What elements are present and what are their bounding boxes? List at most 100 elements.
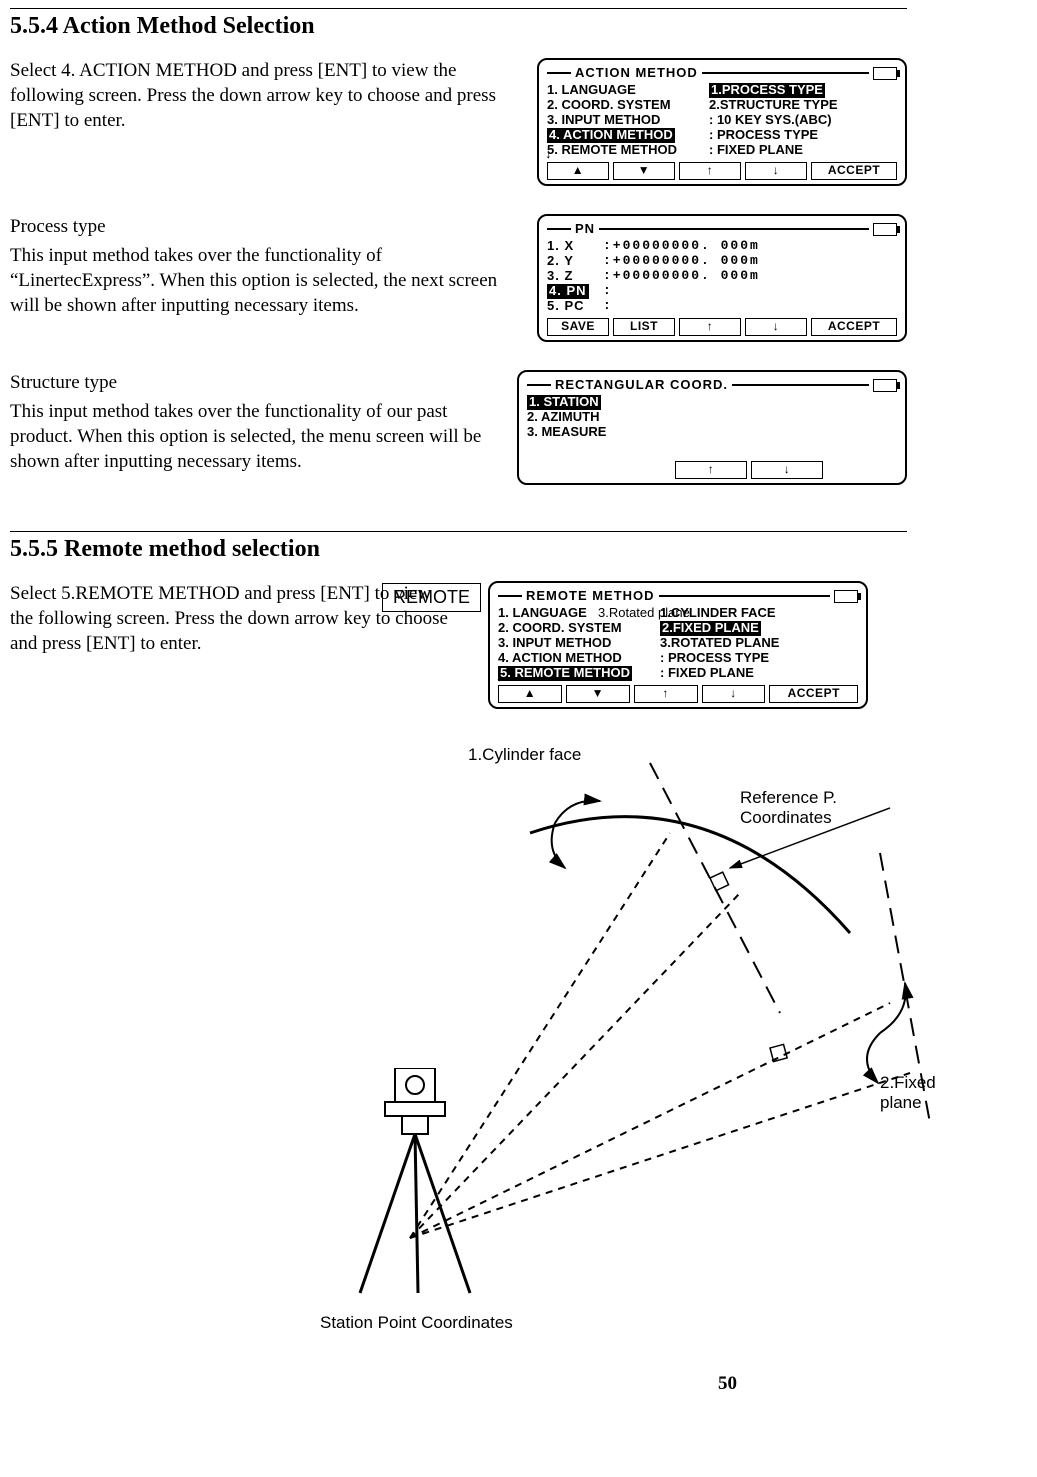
menu-left: 3. INPUT METHOD xyxy=(547,113,707,128)
lcd-action-method: ACTION METHOD 1. LANGUAGE1.PROCESS TYPE … xyxy=(537,58,907,186)
softkey-accept[interactable]: ACCEPT xyxy=(811,162,897,180)
pn-label: 4. PN xyxy=(547,284,599,299)
row-555: Select 5.REMOTE METHOD and press [ENT] t… xyxy=(10,581,907,709)
lcd-title: ACTION METHOD xyxy=(575,66,698,81)
softkey[interactable]: ▲ xyxy=(498,685,562,703)
text-process: Process type This input method takes ove… xyxy=(10,214,519,322)
rule-dash xyxy=(732,384,869,386)
label-station: Station Point Coordinates xyxy=(320,1313,513,1333)
tripod-icon xyxy=(340,1068,490,1298)
pn-label-text: 4. PN xyxy=(547,284,589,299)
lcd-title-row: ACTION METHOD xyxy=(547,66,897,81)
softkey-blank xyxy=(827,461,897,477)
label-refpt: Reference P. Coordinates xyxy=(740,788,907,828)
menu-left: 4. ACTION METHOD xyxy=(547,128,707,143)
softkey-accept[interactable]: ACCEPT xyxy=(769,685,858,703)
lcd-remote-method: REMOTE METHOD 1. LANGUAGE1.CYLINDER FACE… xyxy=(488,581,868,709)
section-title-555: 5.5.5 Remote method selection xyxy=(10,536,907,563)
pn-value: :+00000000. 000m xyxy=(603,239,760,254)
text-structure: Structure type This input method takes o… xyxy=(10,370,499,478)
remote-box: REMOTE xyxy=(382,583,481,612)
pn-label: 5. PC xyxy=(547,299,599,314)
menu-item: 1. STATION xyxy=(527,395,601,410)
section-rule xyxy=(10,8,907,9)
menu-right: : FIXED PLANE xyxy=(660,666,858,681)
scroll-down-icon: ↓ xyxy=(496,670,503,685)
rule-dash xyxy=(527,384,551,386)
text-554-intro: Select 4. ACTION METHOD and press [ENT] … xyxy=(10,58,519,137)
menu-left: 5. REMOTE METHOD xyxy=(547,143,707,158)
para-structure: This input method takes over the functio… xyxy=(10,399,499,474)
softkey[interactable]: ↓ xyxy=(745,162,807,180)
softkey-save[interactable]: SAVE xyxy=(547,318,609,336)
softkey[interactable]: ▲ xyxy=(547,162,609,180)
softkey-blank xyxy=(527,461,597,477)
section-title-554: 5.5.4 Action Method Selection xyxy=(10,13,907,40)
menu-item: 2. AZIMUTH xyxy=(527,410,599,425)
menu-left-text: 5. REMOTE METHOD xyxy=(498,666,632,681)
softkey-accept[interactable]: ACCEPT xyxy=(811,318,897,336)
softkey[interactable]: ▼ xyxy=(566,685,630,703)
para-process: This input method takes over the functio… xyxy=(10,243,519,318)
rule-dash xyxy=(498,595,522,597)
menu-item: 3. MEASURE xyxy=(527,425,606,440)
pn-label: 2. Y xyxy=(547,254,599,269)
softkey[interactable]: ↑ xyxy=(679,162,741,180)
menu-right: : PROCESS TYPE xyxy=(660,651,858,666)
rule-dash xyxy=(702,72,869,74)
menu-right: 1.PROCESS TYPE xyxy=(709,83,897,98)
softkey-list[interactable]: LIST xyxy=(613,318,675,336)
pn-value: : xyxy=(603,284,613,299)
softkey[interactable]: ↑ xyxy=(675,461,747,479)
page-number: 50 xyxy=(10,1373,907,1395)
pn-value: :+00000000. 000m xyxy=(603,269,760,284)
rule-dash xyxy=(599,228,869,230)
menu-left: 1. LANGUAGE xyxy=(547,83,707,98)
pn-label: 1. X xyxy=(547,239,599,254)
lcd-title: RECTANGULAR COORD. xyxy=(555,378,728,393)
softkey[interactable]: ↓ xyxy=(702,685,766,703)
para-554-intro: Select 4. ACTION METHOD and press [ENT] … xyxy=(10,58,519,133)
softkey[interactable]: ↓ xyxy=(745,318,807,336)
softkey[interactable]: ↓ xyxy=(751,461,823,479)
lcd-title: PN xyxy=(575,222,595,237)
overlay-label-rotated: 3.Rotated plane xyxy=(598,606,690,621)
menu-lines: 1. LANGUAGE1.PROCESS TYPE 2. COORD. SYST… xyxy=(547,83,897,158)
lcd-pn: PN 1. X :+00000000. 000m 2. Y :+00000000. … xyxy=(537,214,907,342)
menu-right: 3.ROTATED PLANE xyxy=(660,636,858,651)
pn-value: :+00000000. 000m xyxy=(603,254,760,269)
pn-value: : xyxy=(603,299,613,314)
menu-right-text: 1.PROCESS TYPE xyxy=(709,83,825,98)
menu-left: 5. REMOTE METHOD xyxy=(498,666,658,681)
section-rule xyxy=(10,531,907,532)
menu-left: 4. ACTION METHOD xyxy=(498,651,658,666)
lcd-title: REMOTE METHOD xyxy=(526,589,655,604)
label-cylinder: 1.Cylinder face xyxy=(468,745,581,765)
subheading-process: Process type xyxy=(10,214,519,239)
menu-left-text: 4. ACTION METHOD xyxy=(547,128,675,143)
menu-left: 3. INPUT METHOD xyxy=(498,636,658,651)
menu-right: : PROCESS TYPE xyxy=(709,128,897,143)
softkey-row: ▲ ▼ ↑ ↓ ACCEPT xyxy=(547,162,897,180)
softkey[interactable]: ↑ xyxy=(679,318,741,336)
battery-icon xyxy=(834,590,858,603)
label-fixed: 2.Fixed plane xyxy=(880,1073,936,1113)
battery-icon xyxy=(873,379,897,392)
pn-label: 3. Z xyxy=(547,269,599,284)
softkey[interactable]: ↑ xyxy=(634,685,698,703)
lcd-rect-coord: RECTANGULAR COORD. 1. STATION 2. AZIMUTH… xyxy=(517,370,907,485)
figure-remote-methods: 1.Cylinder face 2.Fixed plane Reference … xyxy=(10,703,907,1343)
rule-dash xyxy=(659,595,830,597)
menu-right-text: 2.FIXED PLANE xyxy=(660,621,761,636)
subheading-structure: Structure type xyxy=(10,370,499,395)
menu-left: 2. COORD. SYSTEM xyxy=(498,621,658,636)
softkey-blank xyxy=(601,461,671,477)
battery-icon xyxy=(873,223,897,236)
scroll-down-icon: ↓ xyxy=(545,147,552,162)
rule-dash xyxy=(547,72,571,74)
softkey[interactable]: ▼ xyxy=(613,162,675,180)
row-structure-type: Structure type This input method takes o… xyxy=(10,370,907,485)
row-process-type: Process type This input method takes ove… xyxy=(10,214,907,342)
rule-dash xyxy=(547,228,571,230)
menu-right: : 10 KEY SYS.(ABC) xyxy=(709,113,897,128)
